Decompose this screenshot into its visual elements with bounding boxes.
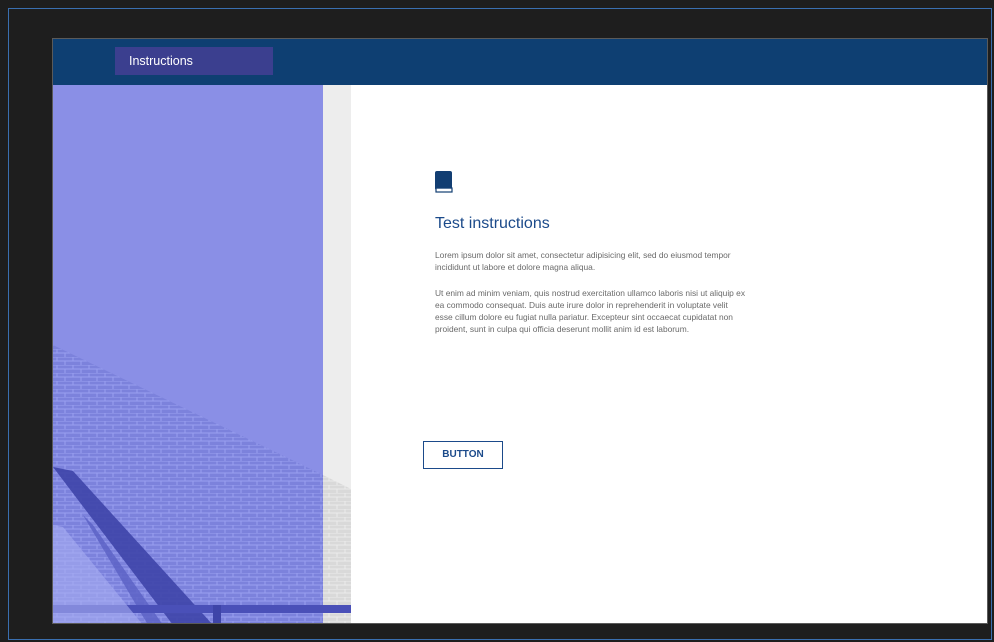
book-icon	[435, 171, 453, 193]
primary-button[interactable]: BUTTON	[423, 441, 503, 469]
instructions-paragraph-1: Lorem ipsum dolor sit amet, consectetur …	[435, 250, 731, 272]
tab-instructions[interactable]: Instructions	[115, 47, 273, 75]
instructions-paragraph-2: Ut enim ad minim veniam, quis nostrud ex…	[435, 288, 746, 334]
content-panel: Test instructions Lorem ipsum dolor sit …	[423, 39, 746, 623]
hero-image	[53, 85, 351, 623]
window-frame: Instructions Test instructions Lorem ips…	[8, 8, 992, 640]
tab-instructions-label: Instructions	[129, 54, 193, 68]
page-title: Test instructions	[435, 215, 550, 232]
building-facade-image	[53, 85, 351, 623]
app-viewport: Instructions Test instructions Lorem ips…	[52, 38, 988, 624]
